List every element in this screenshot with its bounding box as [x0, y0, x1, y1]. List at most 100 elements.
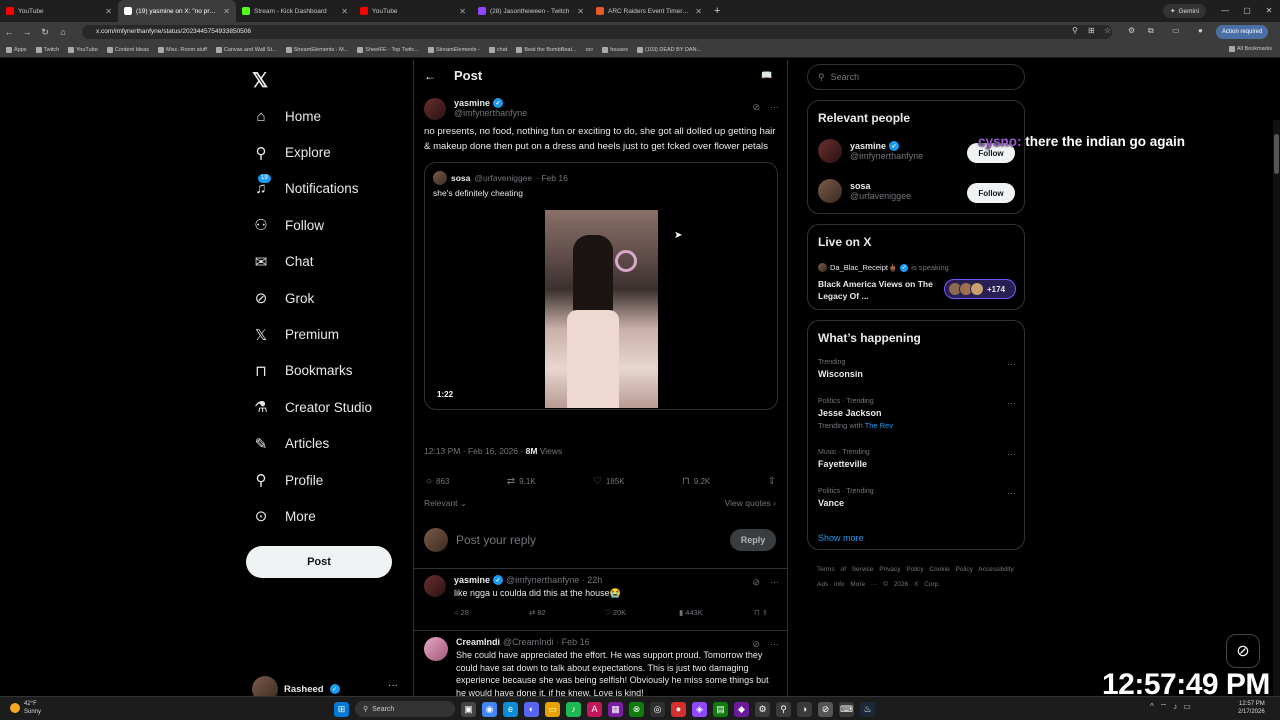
- xbox-icon[interactable]: ⊗: [629, 701, 644, 717]
- bookmark-item[interactable]: Twitch: [35, 46, 59, 53]
- trend-item[interactable]: Politics · Trending Vance ···: [818, 488, 1016, 508]
- sidebar-item-notifications[interactable]: ♫ 19 Notifications: [252, 171, 372, 207]
- trend-link[interactable]: The Rev: [865, 421, 893, 430]
- close-icon[interactable]: ✕: [577, 7, 584, 16]
- share-action[interactable]: ⇪: [768, 476, 776, 487]
- sidebar-item-explore[interactable]: ⚲ Explore: [252, 134, 372, 170]
- more-icon[interactable]: ···: [388, 680, 398, 691]
- browser-tab[interactable]: YouTube ✕: [0, 0, 118, 22]
- like-action[interactable]: ♡ 185K: [593, 476, 625, 487]
- home-icon[interactable]: ⌂: [54, 27, 72, 37]
- star-icon[interactable]: ☆: [1104, 26, 1111, 35]
- edge-icon[interactable]: e: [503, 701, 518, 717]
- more-icon[interactable]: ···: [1007, 398, 1016, 408]
- show-more-link[interactable]: Show more: [818, 533, 864, 543]
- close-window-button[interactable]: ✕: [1258, 0, 1280, 22]
- steam-icon[interactable]: ♨: [860, 701, 875, 717]
- bookmark-icon[interactable]: ⊓ ⇪: [754, 608, 768, 617]
- extension-icon[interactable]: ⚙: [1128, 26, 1135, 35]
- back-arrow-icon[interactable]: ←: [424, 69, 436, 83]
- task-view-icon[interactable]: ▣: [461, 701, 476, 717]
- bookmark-item[interactable]: Misc. Room stuff: [158, 46, 207, 53]
- footer-links[interactable]: Terms of Service Privacy Policy Cookie P…: [817, 562, 1017, 592]
- person-row[interactable]: yasmine ✓ @imfynerthanfyne: [818, 139, 923, 163]
- repost-action[interactable]: ⇄ 82: [529, 608, 604, 617]
- grok-icon[interactable]: ⊘: [752, 577, 760, 588]
- more-icon[interactable]: ···: [770, 102, 779, 113]
- app-icon[interactable]: ▤: [713, 701, 728, 717]
- windows-start-icon[interactable]: ⊞: [334, 701, 349, 717]
- person-row[interactable]: sosa @urfaveniggee: [818, 179, 911, 203]
- close-icon[interactable]: ✕: [105, 7, 112, 16]
- bookmark-item[interactable]: StreamElements -: [427, 46, 480, 53]
- browser-tab[interactable]: (28) Jasontheween - Twitch ✕: [472, 0, 590, 22]
- trend-item[interactable]: Music · Trending Fayetteville ···: [818, 449, 1016, 469]
- browser-tab[interactable]: Stream - Kick Dashboard ✕: [236, 0, 354, 22]
- sidebar-item-bookmarks[interactable]: ⊓ Bookmarks: [252, 353, 372, 389]
- app-icon[interactable]: ⌨: [839, 701, 854, 717]
- sidebar-item-creator-studio[interactable]: ⚗ Creator Studio: [252, 389, 372, 425]
- bookmark-item[interactable]: Canvas and Wall St...: [215, 46, 277, 53]
- maximize-button[interactable]: ▢: [1236, 0, 1258, 22]
- bookmark-item[interactable]: ocr: [586, 47, 594, 53]
- app-icon[interactable]: ◆: [734, 701, 749, 717]
- space-title[interactable]: Black America Views on The Legacy Of ...: [818, 278, 938, 302]
- grok-icon[interactable]: ⊘: [752, 639, 760, 650]
- more-icon[interactable]: ···: [770, 639, 779, 650]
- action-required-button[interactable]: Action required: [1216, 25, 1269, 39]
- avatar[interactable]: [424, 637, 448, 661]
- bookmark-item[interactable]: chat: [488, 46, 507, 53]
- new-tab-button[interactable]: +: [714, 5, 720, 17]
- tweet-author[interactable]: yasmine ✓ @imfynerthanfyne: [424, 98, 779, 120]
- sidebar-item-profile[interactable]: ⚲ Profile: [252, 462, 372, 498]
- weather-widget[interactable]: 42°F Sunny: [10, 700, 41, 716]
- minimize-button[interactable]: —: [1214, 0, 1236, 22]
- reader-icon[interactable]: 📖: [761, 70, 772, 81]
- post-button[interactable]: Post: [246, 546, 392, 578]
- reply-input[interactable]: Post your reply: [456, 533, 722, 547]
- sidebar-item-articles[interactable]: ✎ Articles: [252, 426, 372, 462]
- bookmark-item[interactable]: YouTube: [68, 46, 98, 53]
- search-input[interactable]: ⚲ Search: [807, 64, 1025, 90]
- bookmark-item[interactable]: houses: [602, 46, 628, 53]
- sidebar-item-premium[interactable]: 𝕏 Premium: [252, 316, 372, 352]
- live-host[interactable]: Da_Blac_Receipt🖕🏾 ✓ is speaking: [818, 263, 949, 272]
- follow-button[interactable]: Follow: [967, 183, 1015, 203]
- spotify-icon[interactable]: ♪: [566, 701, 581, 717]
- bookmark-item[interactable]: StreamElements - M...: [285, 46, 348, 53]
- taskbar-clock[interactable]: 12:57 PM 2/17/2026: [1238, 700, 1265, 716]
- sidebar-item-more[interactable]: ⊙ More: [252, 498, 372, 534]
- repost-action[interactable]: ⇄ 9.1K: [507, 476, 536, 487]
- close-icon[interactable]: ✕: [223, 7, 230, 16]
- more-icon[interactable]: ···: [1007, 488, 1016, 498]
- bookmark-item[interactable]: (103) DEAD BY DAN...: [637, 46, 701, 53]
- bookmark-item[interactable]: Beat the BombBeat...: [516, 46, 577, 53]
- bookmark-item[interactable]: Content Ideas: [106, 46, 149, 53]
- listeners-pill[interactable]: +174: [944, 279, 1016, 299]
- sidebar-icon[interactable]: ▭: [1172, 26, 1180, 35]
- app-icon[interactable]: ▦: [608, 701, 623, 717]
- x-logo-icon[interactable]: 𝕏: [252, 68, 268, 93]
- profile-icon[interactable]: ●: [1198, 26, 1203, 35]
- app-icon[interactable]: A: [587, 701, 602, 717]
- bookmark-item[interactable]: SheetFE - Top Twitc...: [357, 46, 419, 53]
- twitch-icon[interactable]: ◈: [692, 701, 707, 717]
- app-icon[interactable]: ⚲: [776, 701, 791, 717]
- page-scrollbar[interactable]: [1273, 120, 1280, 696]
- browser-tab[interactable]: YouTube ✕: [354, 0, 472, 22]
- grok-icon[interactable]: ⊘: [818, 701, 833, 717]
- views-action[interactable]: ▮ 443K: [679, 608, 754, 617]
- avatar[interactable]: [424, 575, 446, 597]
- taskbar-search[interactable]: ⚲ Search: [355, 701, 455, 717]
- zoom-icon[interactable]: ⚲: [1072, 26, 1078, 35]
- grok-icon[interactable]: ⊘: [752, 102, 760, 113]
- install-icon[interactable]: ⊞: [1088, 26, 1095, 35]
- close-icon[interactable]: ✕: [341, 7, 348, 16]
- view-quotes-link[interactable]: View quotes ›: [725, 498, 776, 509]
- puzzle-icon[interactable]: ⧉: [1148, 26, 1154, 36]
- reply-tweet[interactable]: yasmine ✓ @imfynerthanfyne · 22h like ngga…: [424, 575, 779, 617]
- browser-tab[interactable]: ARC Raiders Event Timers | Me ✕: [590, 0, 708, 22]
- forward-icon[interactable]: →: [18, 27, 36, 37]
- gemini-button[interactable]: ✦ Gemini: [1163, 4, 1207, 18]
- discord-icon[interactable]: ◐: [524, 701, 539, 717]
